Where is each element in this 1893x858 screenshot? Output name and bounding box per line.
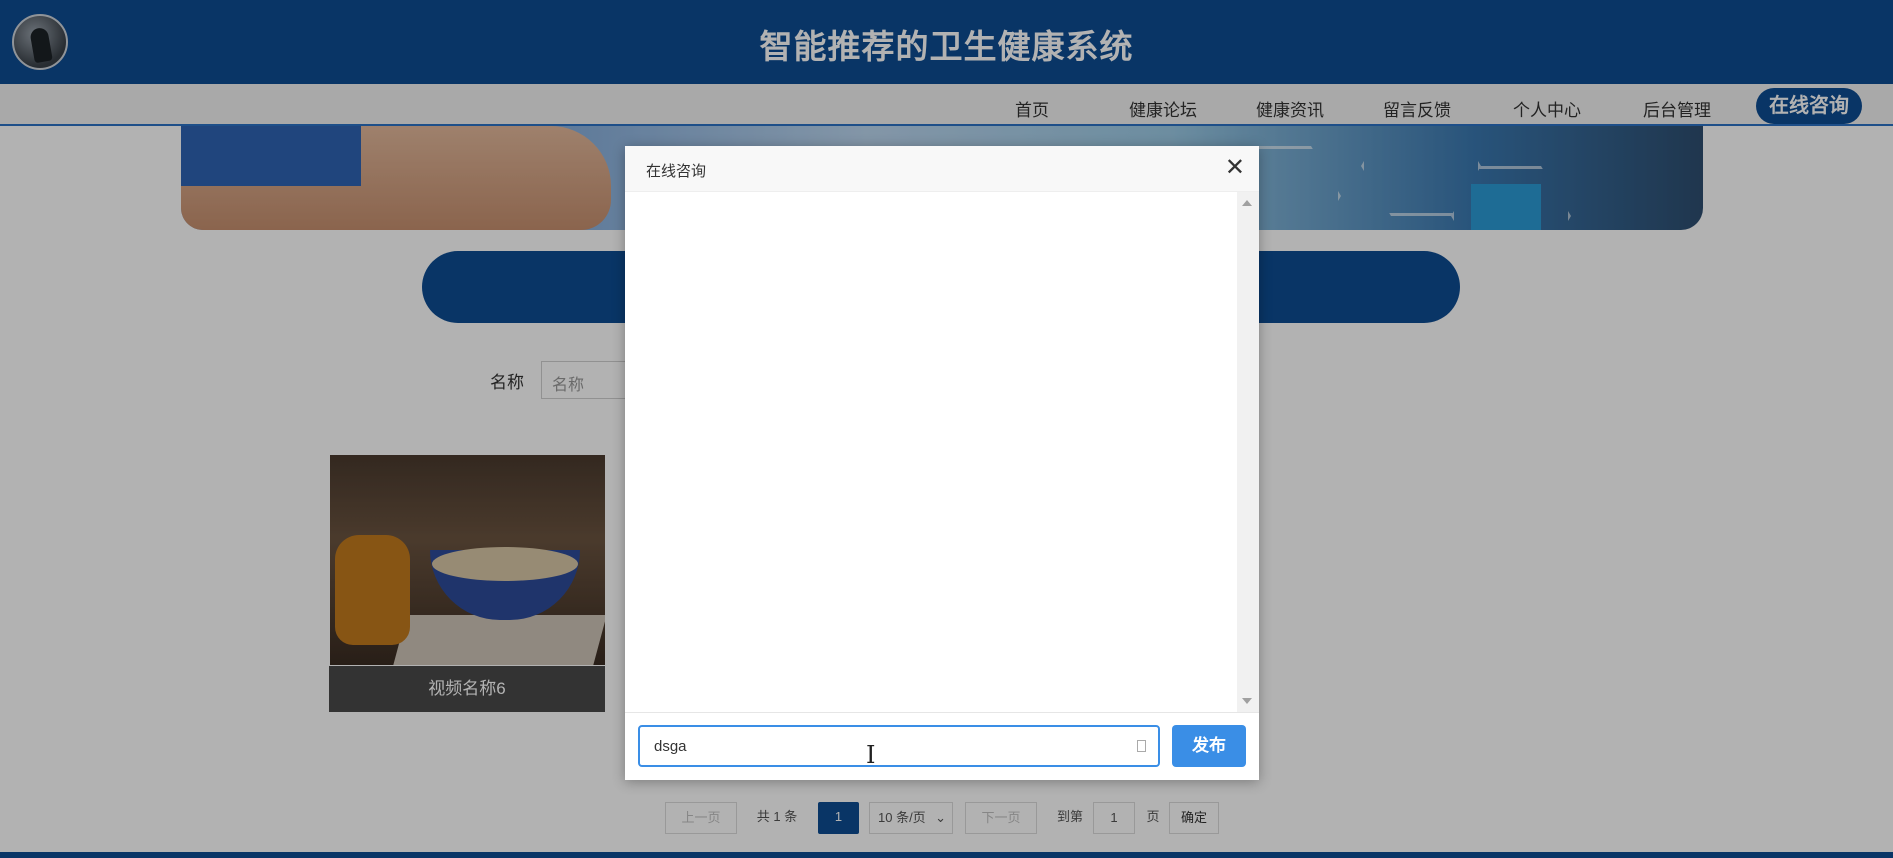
emoji-icon[interactable]: [1137, 740, 1146, 752]
scroll-down-arrow-icon[interactable]: [1242, 698, 1252, 704]
send-button[interactable]: 发布: [1172, 725, 1246, 767]
consult-dialog: 在线咨询 ✕ dsga Ⅰ 发布: [625, 146, 1259, 780]
dialog-title: 在线咨询: [646, 163, 707, 180]
chat-message-area[interactable]: [625, 192, 1259, 712]
text-cursor-icon: Ⅰ: [866, 741, 876, 769]
dialog-header: 在线咨询 ✕: [625, 146, 1259, 192]
dialog-footer: dsga Ⅰ 发布: [625, 712, 1259, 780]
close-icon[interactable]: ✕: [1225, 155, 1245, 181]
message-input[interactable]: dsga Ⅰ: [638, 725, 1160, 767]
chat-scrollbar[interactable]: [1237, 192, 1259, 712]
scroll-up-arrow-icon[interactable]: [1242, 200, 1252, 206]
message-input-value: dsga: [654, 738, 687, 755]
